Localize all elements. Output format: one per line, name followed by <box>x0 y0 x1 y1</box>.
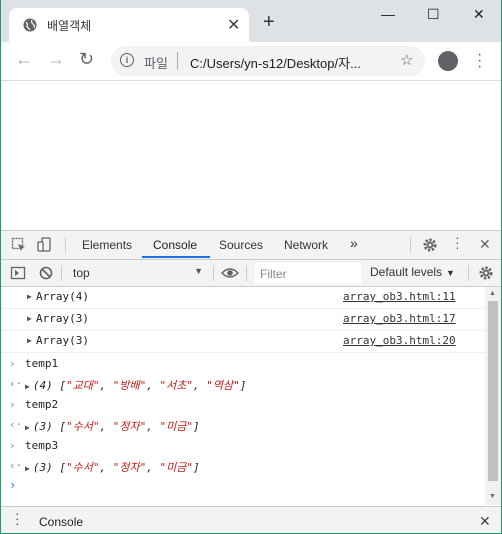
back-button[interactable]: ← <box>15 50 33 68</box>
input-prompt-icon: › <box>9 398 16 411</box>
filter-input[interactable]: Filter <box>255 263 361 284</box>
scroll-down-arrow-icon[interactable]: ▼ <box>489 493 496 500</box>
source-link[interactable]: array_ob3.html:11 <box>343 290 456 303</box>
devtools-tab-bar: Elements Console Sources Network » · · · ✕ <box>1 230 501 260</box>
toolbar-divider <box>65 237 66 253</box>
new-tab-button[interactable]: + <box>263 12 275 32</box>
command-text: temp3 <box>25 439 59 452</box>
result-array[interactable]: ▶ (3) ["수서", "정자", "미금"] <box>25 418 200 434</box>
inspect-element-icon[interactable] <box>11 237 27 253</box>
result-array[interactable]: ▶ (3) ["수서", "정자", "미금"] <box>25 459 200 475</box>
expand-triangle-icon[interactable]: ▶ <box>27 314 32 323</box>
input-prompt-icon: › <box>9 357 16 370</box>
bookmark-star-icon[interactable]: ☆ <box>400 51 413 69</box>
browser-window: 배열객체 ✕ + — ☐ ✕ ← → ↻ i 파일 C:/Users/yn-s1… <box>0 0 502 534</box>
tab-title: 배열객체 <box>47 19 92 33</box>
tab-sources[interactable]: Sources <box>219 238 263 252</box>
live-expression-eye-icon[interactable] <box>221 265 239 281</box>
devtools-close-icon[interactable]: ✕ <box>479 236 491 253</box>
browser-tab[interactable]: 배열객체 ✕ <box>9 8 249 42</box>
console-output: ▶ Array(4) array_ob3.html:11 ▶ Array(3) … <box>1 287 485 505</box>
drawer-console-tab[interactable]: Console <box>39 515 83 529</box>
toolbar-divider <box>410 237 411 253</box>
minimize-button[interactable]: — <box>381 6 395 22</box>
maximize-button[interactable]: ☐ <box>427 6 440 23</box>
input-prompt-icon: › <box>9 439 16 452</box>
log-text: Array(3) <box>36 334 89 347</box>
log-row[interactable]: ▶ Array(4) array_ob3.html:11 <box>1 287 485 309</box>
log-row[interactable]: ▶ Array(3) array_ob3.html:17 <box>1 309 485 331</box>
toolbar-divider <box>246 265 247 281</box>
navigation-toolbar: ← → ↻ i 파일 C:/Users/yn-s12/Desktop/자... … <box>1 42 501 81</box>
site-info-icon[interactable]: i <box>120 53 134 67</box>
expand-triangle-icon[interactable]: ▶ <box>27 336 32 345</box>
sidebar-toggle-icon[interactable] <box>10 265 26 281</box>
active-tab-indicator <box>142 256 210 258</box>
dropdown-arrow-icon: ▼ <box>194 266 203 276</box>
globe-icon <box>23 18 37 32</box>
settings-gear-icon[interactable] <box>422 237 438 253</box>
console-drawer: · · · Console ✕ <box>1 506 501 533</box>
more-tabs-button[interactable]: » <box>350 235 358 251</box>
tab-network[interactable]: Network <box>284 238 328 252</box>
address-bar[interactable]: i 파일 C:/Users/yn-s12/Desktop/자... ☆ <box>111 46 425 76</box>
browser-menu-icon[interactable]: · · · <box>477 47 482 75</box>
console-toolbar: top ▼ Filter Default levels ▼ <box>1 260 501 287</box>
log-text: Array(4) <box>36 290 89 303</box>
address-separator <box>177 52 178 70</box>
toolbar-divider <box>468 265 469 281</box>
expand-triangle-icon[interactable]: ▶ <box>27 292 32 301</box>
result-prompt-icon: ‹· <box>9 418 23 431</box>
reload-button[interactable]: ↻ <box>79 50 94 68</box>
tab-elements[interactable]: Elements <box>82 238 132 252</box>
context-selector[interactable]: top ▼ <box>67 263 207 282</box>
expand-triangle-icon[interactable]: ▶ <box>25 464 30 473</box>
title-bar: 배열객체 ✕ + — ☐ ✕ <box>1 0 501 42</box>
command-text: temp1 <box>25 357 59 370</box>
result-array[interactable]: ▶ (4) ["교대", "방배", "서초", "역삼"] <box>25 377 246 393</box>
forward-button[interactable]: → <box>47 50 65 68</box>
result-prompt-icon: ‹· <box>9 459 23 472</box>
context-value: top <box>73 266 90 280</box>
console-scrollbar[interactable]: ▲ ▼ <box>485 287 501 505</box>
source-link[interactable]: array_ob3.html:20 <box>343 334 456 347</box>
log-text: Array(3) <box>36 312 89 325</box>
filter-placeholder: Filter <box>260 267 287 281</box>
device-toolbar-icon[interactable] <box>37 237 53 253</box>
scheme-label: 파일 <box>144 56 168 71</box>
toolbar-divider <box>61 265 62 281</box>
url-text[interactable]: C:/Users/yn-s12/Desktop/자... <box>190 53 361 72</box>
console-input-prompt[interactable]: › <box>9 478 16 492</box>
profile-avatar-icon[interactable] <box>438 51 458 71</box>
close-tab-icon[interactable]: ✕ <box>227 15 240 35</box>
log-levels-dropdown[interactable]: Default levels ▼ <box>370 265 455 279</box>
scroll-up-arrow-icon[interactable]: ▲ <box>489 290 496 297</box>
toolbar-divider <box>213 265 214 281</box>
log-levels-label: Default levels <box>370 265 443 279</box>
dropdown-arrow-icon: ▼ <box>446 268 455 278</box>
expand-triangle-icon[interactable]: ▶ <box>25 382 30 391</box>
devtools-panel: Elements Console Sources Network » · · · ✕ <box>1 230 501 533</box>
window-close-button[interactable]: ✕ <box>473 6 485 23</box>
command-text: temp2 <box>25 398 59 411</box>
clear-console-icon[interactable] <box>38 265 54 281</box>
scroll-thumb[interactable] <box>488 301 498 481</box>
result-prompt-icon: ‹· <box>9 377 23 390</box>
source-link[interactable]: array_ob3.html:17 <box>343 312 456 325</box>
tab-console[interactable]: Console <box>153 238 197 252</box>
devtools-menu-icon[interactable]: · · · <box>455 230 460 254</box>
log-row[interactable]: ▶ Array(3) array_ob3.html:20 <box>1 331 485 353</box>
expand-triangle-icon[interactable]: ▶ <box>25 423 30 432</box>
drawer-menu-icon[interactable]: · · · <box>15 506 20 530</box>
console-settings-gear-icon[interactable] <box>478 265 494 281</box>
drawer-close-icon[interactable]: ✕ <box>479 513 491 530</box>
